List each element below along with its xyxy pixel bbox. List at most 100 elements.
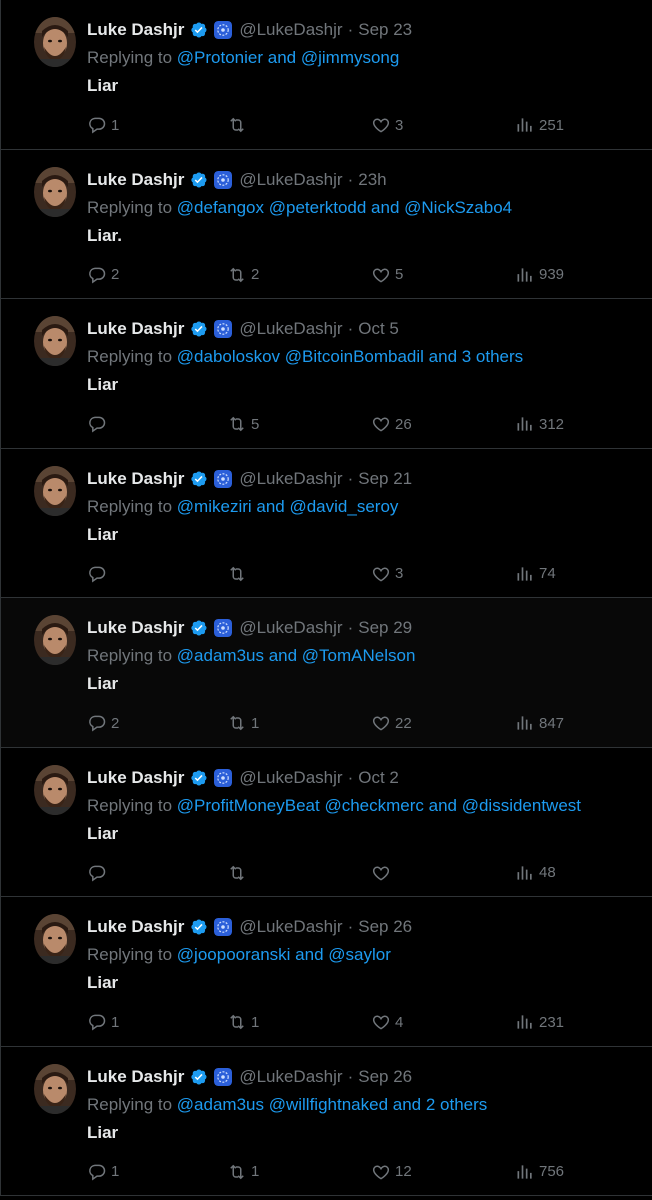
tweet-timestamp[interactable]: Oct 2 (358, 768, 399, 788)
user-handle[interactable]: @LukeDashjr (239, 170, 342, 190)
views-button[interactable]: 939 (515, 264, 564, 286)
display-name[interactable]: Luke Dashjr (87, 618, 184, 638)
avatar[interactable] (34, 465, 76, 516)
tweet-timestamp[interactable]: Sep 26 (358, 1067, 412, 1087)
avatar[interactable] (34, 17, 76, 67)
views-button[interactable]: 847 (515, 712, 564, 734)
display-name[interactable]: Luke Dashjr (87, 319, 184, 339)
like-button[interactable]: 4 (371, 1011, 403, 1033)
views-button[interactable]: 251 (515, 114, 564, 136)
like-button[interactable]: 5 (371, 264, 403, 286)
tweet-timestamp[interactable]: Sep 29 (358, 618, 412, 638)
tweet-header: Luke Dashjr @LukeDashjr · 23h (87, 169, 387, 191)
tweet[interactable]: Luke Dashjr @LukeDashjr · Oct 5 Replying… (0, 299, 652, 449)
tweet-timestamp[interactable]: 23h (358, 170, 386, 190)
display-name[interactable]: Luke Dashjr (87, 768, 184, 788)
like-button[interactable]: 26 (371, 413, 412, 435)
user-handle[interactable]: @LukeDashjr (239, 917, 342, 937)
retweet-button[interactable]: 5 (227, 413, 259, 435)
display-name[interactable]: Luke Dashjr (87, 917, 184, 937)
tweet-timestamp[interactable]: Sep 21 (358, 469, 412, 489)
reply-mentions[interactable]: @adam3us and @TomANelson (177, 646, 416, 665)
verified-badge-icon[interactable] (188, 917, 208, 937)
verified-badge-icon[interactable] (188, 768, 208, 788)
views-button[interactable]: 231 (515, 1011, 564, 1033)
user-handle[interactable]: @LukeDashjr (239, 618, 342, 638)
verified-badge-icon[interactable] (188, 319, 208, 339)
user-handle[interactable]: @LukeDashjr (239, 1067, 342, 1087)
tweet[interactable]: Luke Dashjr @LukeDashjr · 23h Replying t… (0, 149, 652, 299)
like-button[interactable]: 3 (371, 563, 403, 585)
affiliation-badge-icon[interactable] (214, 918, 233, 936)
user-handle[interactable]: @LukeDashjr (239, 20, 342, 40)
affiliation-badge-icon[interactable] (214, 619, 233, 637)
reply-button[interactable]: 1 (87, 1011, 119, 1033)
reply-button[interactable]: 2 (87, 712, 119, 734)
reply-mentions[interactable]: @daboloskov @BitcoinBombadil and 3 other… (177, 347, 523, 366)
verified-badge-icon[interactable] (188, 618, 208, 638)
user-handle[interactable]: @LukeDashjr (239, 768, 342, 788)
user-handle[interactable]: @LukeDashjr (239, 319, 342, 339)
reply-mentions[interactable]: @Protonier and @jimmysong (177, 48, 400, 67)
reply-mentions[interactable]: @joopooranski and @saylor (177, 945, 391, 964)
display-name[interactable]: Luke Dashjr (87, 170, 184, 190)
tweet-timestamp[interactable]: Oct 5 (358, 319, 399, 339)
verified-badge-icon[interactable] (188, 1067, 208, 1087)
display-name[interactable]: Luke Dashjr (87, 20, 184, 40)
reply-button[interactable] (87, 862, 111, 884)
view-count: 756 (539, 1163, 565, 1180)
avatar[interactable] (34, 615, 76, 665)
affiliation-badge-icon[interactable] (214, 768, 233, 787)
tweet[interactable]: Luke Dashjr @LukeDashjr · Sep 23 Replyin… (0, 0, 652, 150)
reply-mentions[interactable]: @ProfitMoneyBeat @checkmerc and @disside… (177, 796, 581, 815)
reply-mentions[interactable]: @adam3us @willfightnaked and 2 others (177, 1095, 487, 1114)
tweet-timestamp[interactable]: Sep 26 (358, 917, 412, 937)
avatar[interactable] (34, 1063, 76, 1114)
avatar[interactable] (34, 914, 76, 964)
tweet-timestamp[interactable]: Sep 23 (358, 20, 412, 40)
views-icon (517, 1164, 532, 1179)
like-button[interactable]: 3 (371, 114, 403, 136)
avatar[interactable] (34, 316, 76, 366)
retweet-button[interactable] (227, 114, 251, 136)
avatar[interactable] (34, 166, 76, 217)
avatar[interactable] (34, 764, 76, 815)
affiliation-badge-icon[interactable] (214, 1067, 233, 1086)
reply-button[interactable]: 2 (87, 264, 119, 286)
reply-button[interactable]: 1 (87, 1161, 119, 1183)
views-button[interactable]: 48 (515, 862, 556, 884)
tweet[interactable]: Luke Dashjr @LukeDashjr · Sep 21 Replyin… (0, 448, 652, 598)
views-button[interactable]: 312 (515, 413, 564, 435)
affiliation-badge-icon[interactable] (214, 170, 233, 189)
views-button[interactable]: 74 (515, 563, 556, 585)
display-name[interactable]: Luke Dashjr (87, 1067, 184, 1087)
retweet-button[interactable]: 1 (227, 1011, 259, 1033)
tweet[interactable]: Luke Dashjr @LukeDashjr · Sep 26 Replyin… (0, 897, 652, 1047)
views-button[interactable]: 756 (515, 1161, 564, 1183)
like-button[interactable]: 22 (371, 712, 412, 734)
retweet-button[interactable] (227, 563, 251, 585)
verified-badge-icon[interactable] (188, 20, 208, 40)
tweet[interactable]: Luke Dashjr @LukeDashjr · Sep 26 Replyin… (0, 1046, 652, 1196)
like-button[interactable]: 12 (371, 1161, 412, 1183)
affiliation-badge-icon[interactable] (214, 469, 233, 488)
display-name[interactable]: Luke Dashjr (87, 469, 184, 489)
retweet-button[interactable]: 1 (227, 1161, 259, 1183)
retweet-button[interactable]: 2 (227, 264, 259, 286)
affiliation-badge-icon[interactable] (214, 21, 233, 39)
tweet[interactable]: Luke Dashjr @LukeDashjr · Sep 29 Replyin… (0, 598, 652, 748)
reply-button[interactable] (87, 563, 111, 585)
reply-button[interactable] (87, 413, 111, 435)
views-icon (517, 566, 532, 581)
reply-button[interactable]: 1 (87, 114, 119, 136)
reply-mentions[interactable]: @defangox @peterktodd and @NickSzabo4 (177, 198, 512, 217)
verified-badge-icon[interactable] (188, 469, 208, 489)
like-button[interactable] (371, 862, 395, 884)
retweet-button[interactable] (227, 862, 251, 884)
verified-badge-icon[interactable] (188, 170, 208, 190)
tweet[interactable]: Luke Dashjr @LukeDashjr · Oct 2 Replying… (0, 747, 652, 897)
reply-mentions[interactable]: @mikeziri and @david_seroy (177, 497, 399, 516)
affiliation-badge-icon[interactable] (214, 320, 233, 338)
retweet-button[interactable]: 1 (227, 712, 259, 734)
user-handle[interactable]: @LukeDashjr (239, 469, 342, 489)
